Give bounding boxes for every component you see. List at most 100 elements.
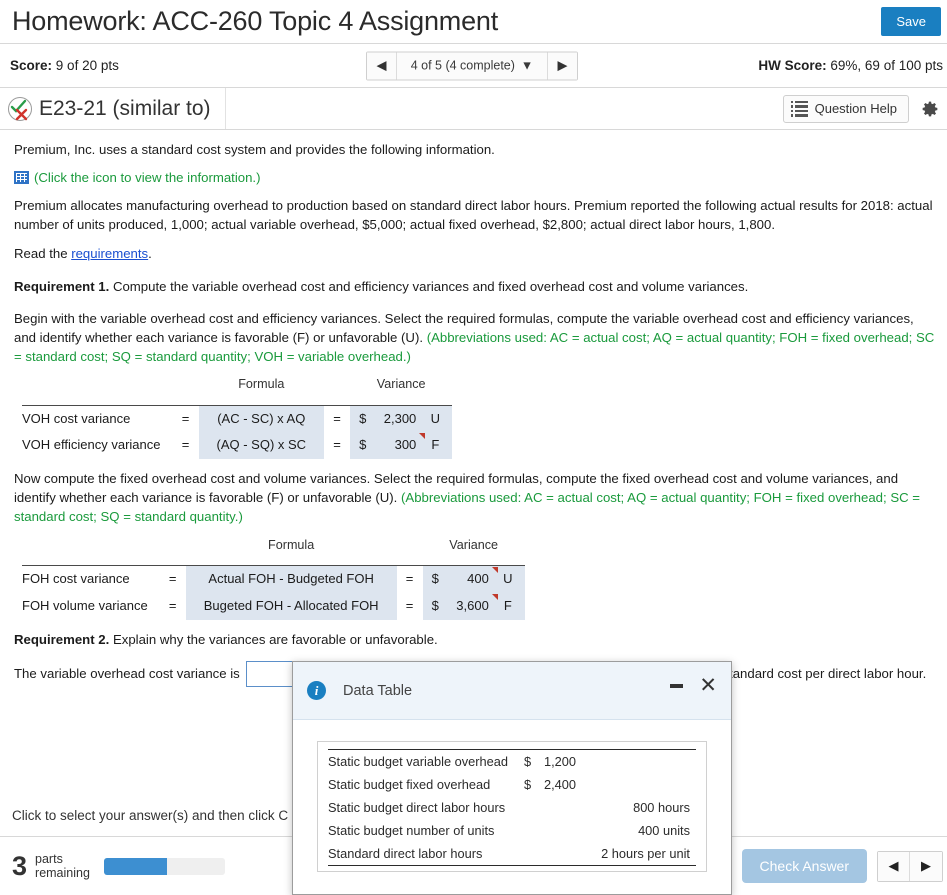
- foh-row-0-fu[interactable]: U: [498, 565, 525, 593]
- table-row: Static budget variable overhead $ 1,200: [328, 749, 696, 773]
- spreadsheet-icon[interactable]: [14, 171, 29, 185]
- data-row-2-value: 800 hours: [633, 799, 690, 815]
- error-flag-icon: [491, 566, 498, 573]
- foh-spacer-3: [397, 536, 423, 557]
- data-row-4-label: Standard direct labor hours: [328, 845, 483, 861]
- modal-title: Data Table: [343, 682, 413, 699]
- data-row-0-value: 1,200: [544, 753, 577, 769]
- view-information-link[interactable]: (Click the icon to view the information.…: [34, 170, 260, 185]
- voh-col-variance: Variance: [376, 377, 426, 392]
- foh-row-1-fu[interactable]: F: [498, 592, 525, 620]
- gear-icon[interactable]: [919, 98, 941, 120]
- close-icon[interactable]: ✕: [699, 675, 717, 696]
- list-icon: [790, 100, 808, 117]
- data-table: Static budget variable overhead $ 1,200 …: [328, 748, 696, 866]
- data-row-3-label: Static budget number of units: [328, 822, 495, 838]
- data-row-4-currency: [524, 842, 544, 866]
- footer-next-button[interactable]: ▶: [910, 851, 942, 881]
- voh-row-0-formula[interactable]: (AC - SC) x AQ: [198, 405, 325, 433]
- footer-prev-button[interactable]: ◀: [878, 851, 910, 881]
- progress-bar: [103, 857, 225, 875]
- check-x-icon: [8, 96, 32, 121]
- hw-score-value: 69%, 69 of 100 pts: [830, 58, 943, 73]
- voh-row-1-formula[interactable]: (AQ - SQ) x SC: [198, 432, 325, 460]
- score-label: Score:: [10, 58, 53, 73]
- parts-remaining-count: 3: [12, 850, 28, 881]
- table-row: VOH efficiency variance = (AQ - SQ) x SC…: [22, 432, 453, 460]
- error-flag-icon: [419, 433, 426, 440]
- minimize-icon[interactable]: [670, 684, 683, 688]
- requirement-2-label: Requirement 2.: [14, 631, 110, 647]
- voh-row-1-eq2: =: [333, 437, 341, 453]
- foh-row-0-formula[interactable]: Actual FOH - Budgeted FOH: [185, 565, 397, 593]
- foh-spacer-1: [22, 536, 160, 557]
- check-answer-button[interactable]: Check Answer: [741, 849, 867, 883]
- foh-row-1-value-text: 3,600: [456, 597, 489, 613]
- parts-label-line1: parts: [35, 851, 63, 866]
- question-header: E23-21 (similar to) Question Help: [0, 88, 947, 130]
- progress-bar-fill: [103, 857, 167, 875]
- foh-row-0-eq2: =: [405, 570, 414, 586]
- data-row-1-value: 2,400: [544, 776, 577, 792]
- pager-next-button[interactable]: ▶: [547, 52, 577, 79]
- parts-remaining-label: parts remaining: [35, 852, 90, 881]
- voh-row-0-eq1: =: [181, 410, 190, 426]
- data-table-bottom-rule: [328, 864, 696, 866]
- foh-row-1-currency: $: [422, 592, 443, 620]
- foh-row-1-formula[interactable]: Bugeted FOH - Allocated FOH: [185, 592, 397, 620]
- save-button[interactable]: Save: [881, 7, 941, 36]
- table-row: Static budget direct labor hours 800 hou…: [328, 796, 696, 819]
- table-row: VOH cost variance = (AC - SC) x AQ = $ 2…: [22, 405, 453, 433]
- chevron-down-icon: ▼: [520, 58, 534, 73]
- pager-dropdown[interactable]: 4 of 5 (4 complete) ▼: [397, 52, 547, 79]
- data-row-3-currency: [524, 819, 544, 842]
- table-row: Static budget number of units 400 units: [328, 819, 696, 842]
- voh-spacer-3: [324, 375, 350, 396]
- score-bar: Score: 9 of 20 pts ◀ 4 of 5 (4 complete)…: [0, 44, 947, 88]
- foh-variance-table: Formula Variance FOH cost variance = Act…: [22, 536, 525, 620]
- voh-row-0-value[interactable]: 2,300: [370, 405, 427, 433]
- requirements-link[interactable]: requirements: [71, 246, 148, 261]
- page-title: Homework: ACC-260 Topic 4 Assignment: [12, 6, 499, 36]
- data-row-2-label: Static budget direct labor hours: [328, 799, 506, 815]
- problem-body: Premium allocates manufacturing overhead…: [14, 198, 933, 233]
- foh-row-0-value[interactable]: 400: [442, 565, 499, 593]
- voh-row-1-fu[interactable]: F: [426, 432, 453, 460]
- voh-row-0-label: VOH cost variance: [22, 410, 131, 426]
- hw-score-display: HW Score: 69%, 69 of 100 pts: [758, 58, 943, 73]
- hw-score-label: HW Score:: [758, 58, 827, 73]
- voh-spacer-1: [22, 375, 173, 396]
- voh-table-header-row: Formula Variance: [22, 375, 452, 396]
- table-row: FOH volume variance = Bugeted FOH - Allo…: [22, 592, 525, 620]
- voh-col-formula: Formula: [238, 377, 285, 392]
- foh-row-1-value[interactable]: 3,600: [442, 592, 499, 620]
- read-suffix: .: [148, 245, 152, 261]
- requirement-1-label: Requirement 1.: [14, 278, 110, 294]
- voh-row-1-value-text: 300: [394, 437, 417, 453]
- req2-sentence-part-1: The variable overhead cost variance is: [14, 666, 240, 682]
- foh-instructions: Now compute the fixed overhead cost and …: [14, 469, 935, 526]
- requirement-1-heading: Requirement 1. Compute the variable over…: [14, 277, 935, 296]
- requirement-2-heading: Requirement 2. Explain why the variances…: [14, 630, 935, 649]
- voh-row-0-value-text: 2,300: [383, 410, 417, 426]
- parts-label-line2: remaining: [35, 866, 90, 880]
- parts-remaining-group: 3 parts remaining: [0, 852, 225, 881]
- voh-row-0-fu[interactable]: U: [426, 405, 453, 433]
- data-row-2-currency: [524, 796, 544, 819]
- footer-navigation: ◀ ▶: [877, 850, 943, 882]
- data-row-0-currency: $: [524, 753, 532, 769]
- question-help-button[interactable]: Question Help: [782, 94, 909, 123]
- data-row-0-label: Static budget variable overhead: [328, 753, 508, 769]
- voh-row-1-eq1: =: [181, 437, 190, 453]
- data-row-4-value: 2 hours per unit: [601, 845, 690, 861]
- voh-row-1-value[interactable]: 300: [370, 432, 427, 460]
- foh-header-rule: [22, 556, 525, 566]
- question-id-group: E23-21 (similar to): [0, 88, 226, 129]
- data-table-box: Static budget variable overhead $ 1,200 …: [317, 741, 707, 872]
- table-row: FOH cost variance = Actual FOH - Budgete…: [22, 565, 525, 593]
- voh-variance-table: Formula Variance VOH cost variance = (AC…: [22, 375, 453, 460]
- requirement-2-title: Explain why the variances are favorable …: [109, 631, 438, 647]
- pager-prev-button[interactable]: ◀: [367, 52, 397, 79]
- question-pager: ◀ 4 of 5 (4 complete) ▼ ▶: [366, 51, 578, 80]
- voh-instructions: Begin with the variable overhead cost an…: [14, 309, 935, 366]
